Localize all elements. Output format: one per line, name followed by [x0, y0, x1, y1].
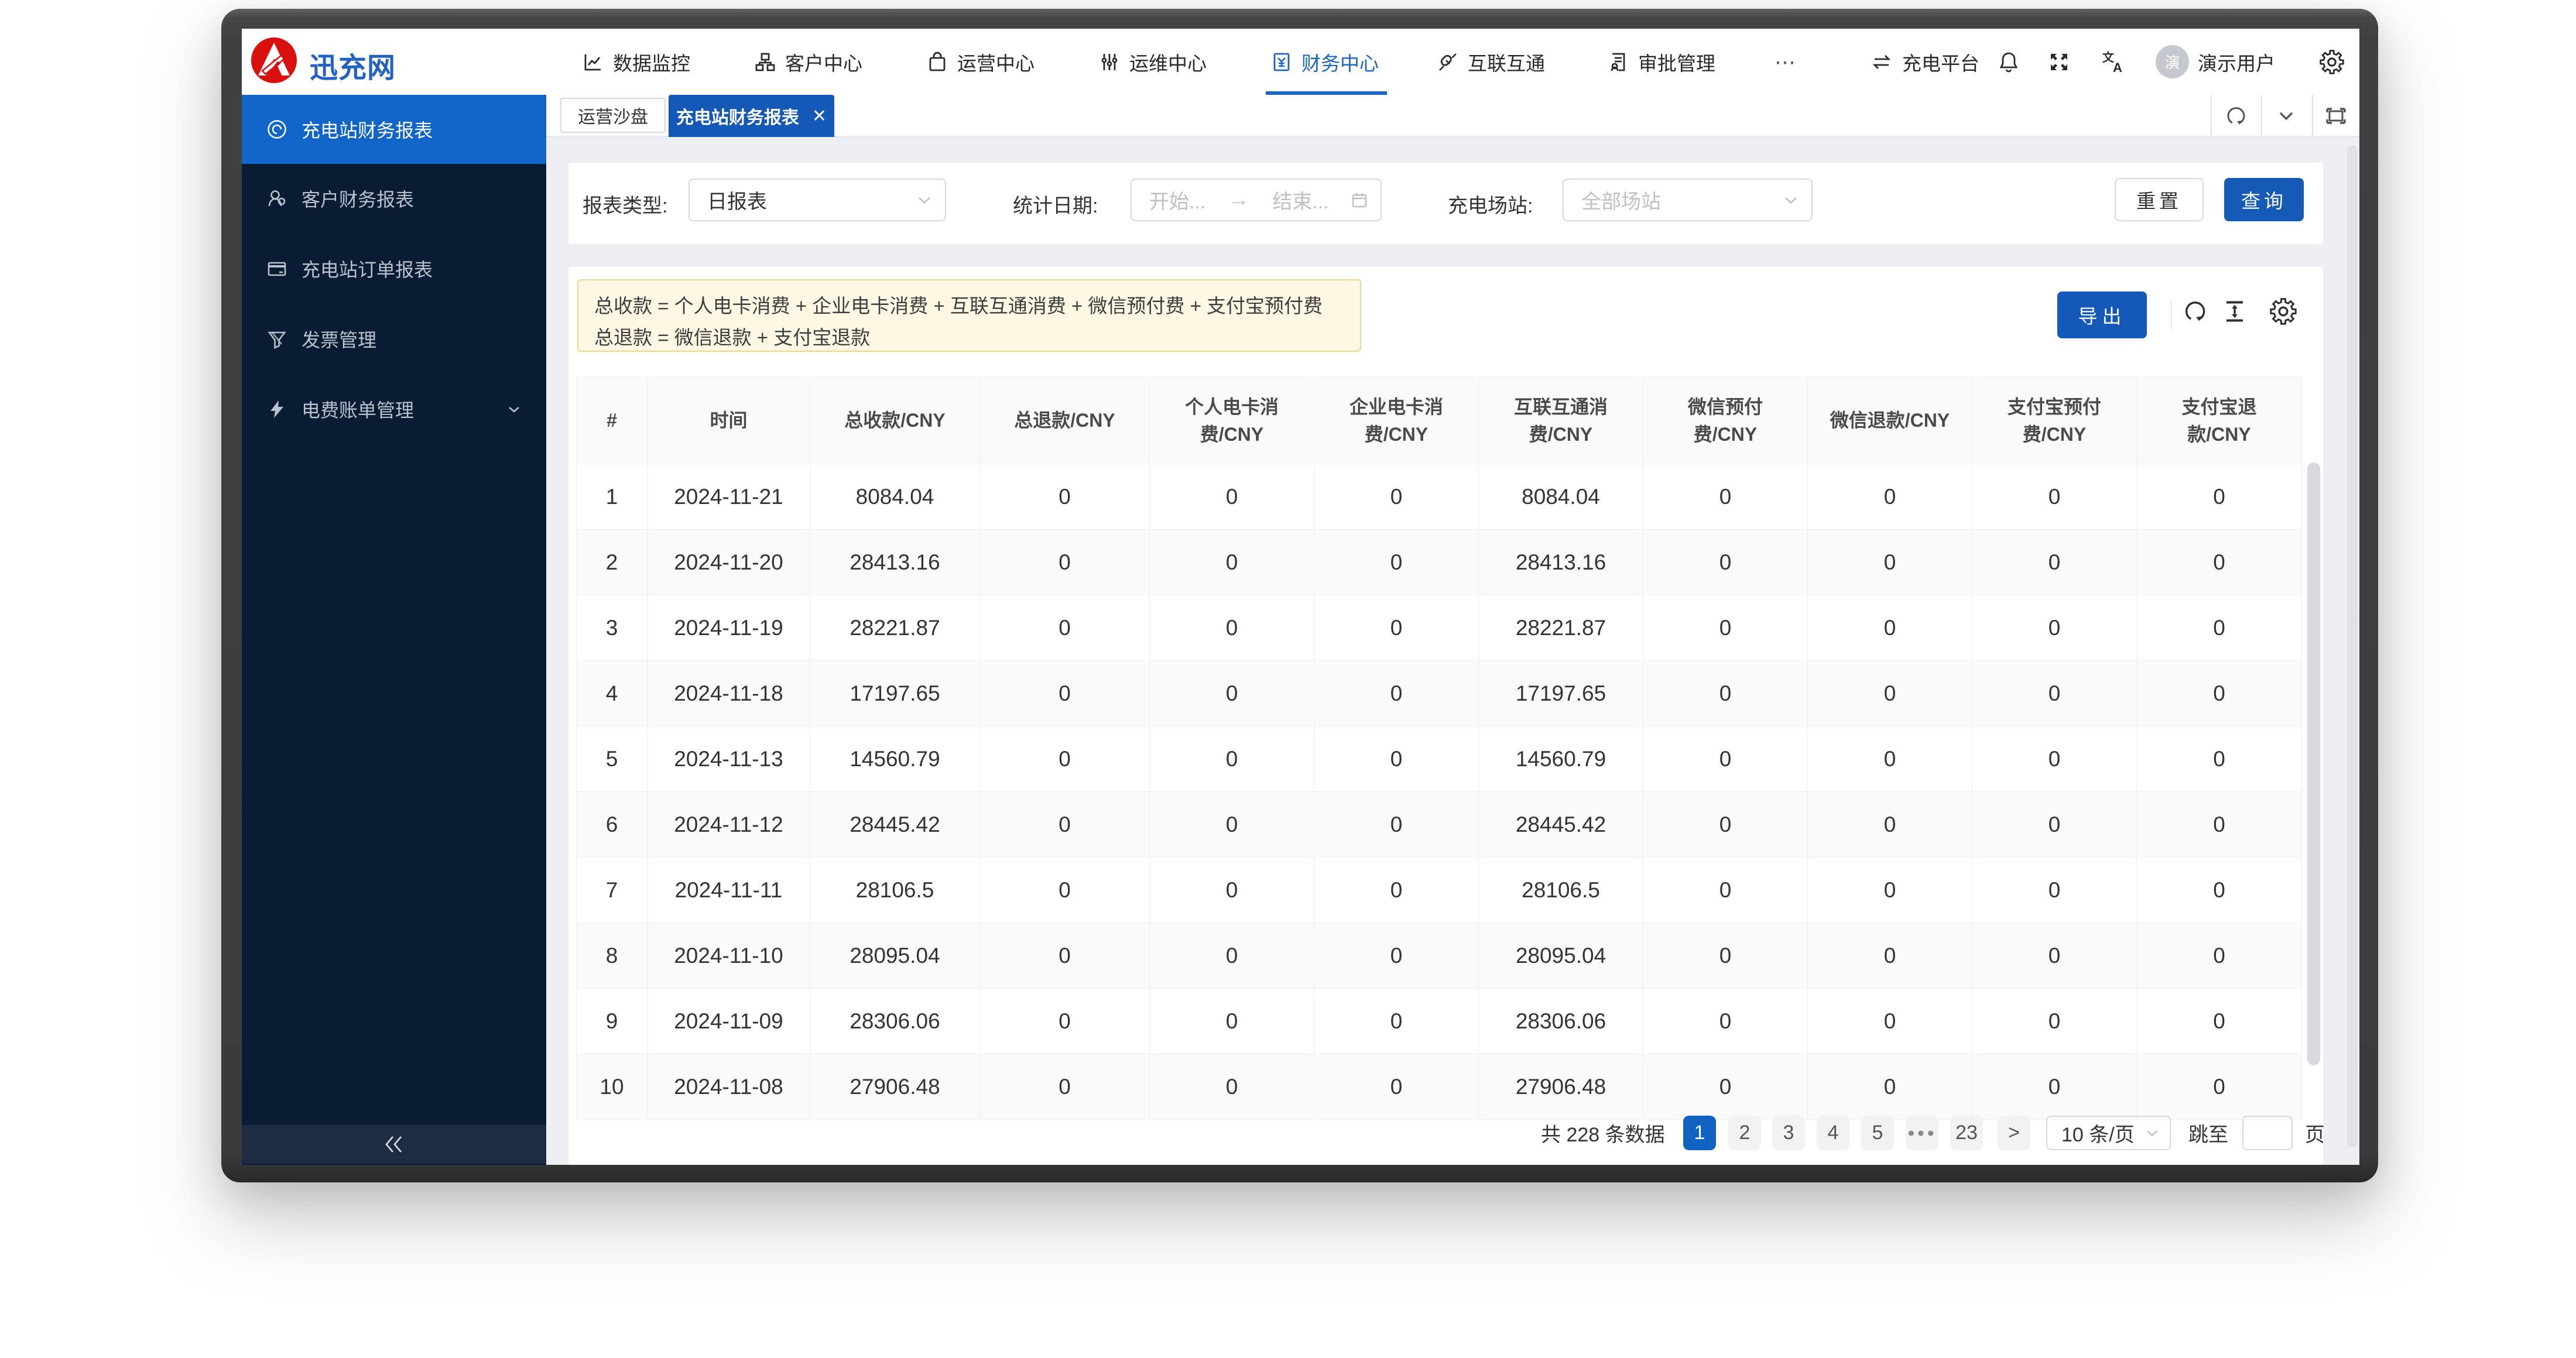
svg-text:A: A	[2113, 60, 2122, 74]
